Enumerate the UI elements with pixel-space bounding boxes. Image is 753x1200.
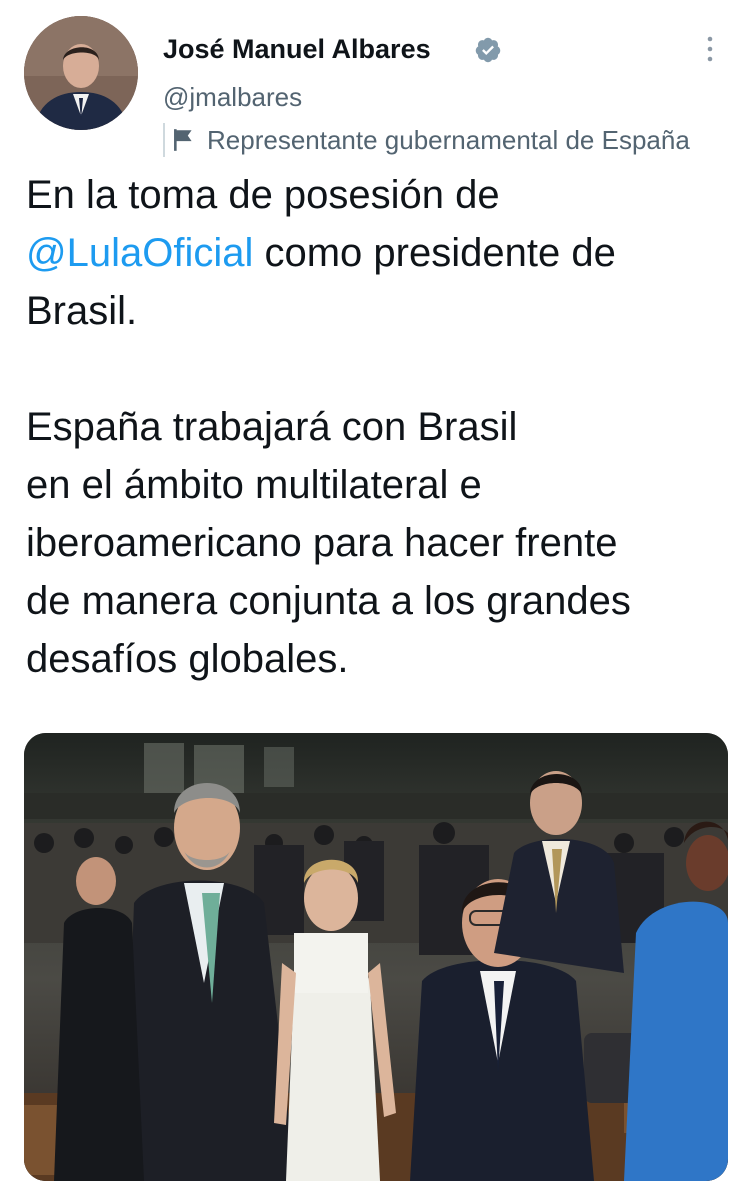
label-divider [163,123,165,157]
government-label: Representante gubernamental de España [163,122,753,158]
tweet-line: @LulaOficial como presidente de [26,224,741,282]
tweet: José Manuel Albares @jmalbares Represent… [0,0,753,1200]
more-vertical-icon[interactable] [698,32,722,66]
tweet-photo[interactable] [24,733,728,1181]
flag-icon [174,129,192,151]
tweet-line: En la toma de posesión de [26,173,500,217]
tweet-line: España trabajará con Brasil [26,405,518,449]
mention-link[interactable]: @LulaOficial [26,231,253,275]
author-name[interactable]: José Manuel Albares [163,34,431,65]
tweet-line: Brasil. [26,289,138,333]
government-label-text: Representante gubernamental de España [207,124,690,155]
tweet-line: de manera conjunta a los grandes [26,579,631,623]
tweet-line: desafíos globales. [26,637,349,681]
tweet-text: En la toma de posesión de @LulaOficial c… [26,166,741,688]
photo-illustration [24,733,728,1181]
tweet-line: iberoamericano para hacer frente [26,521,618,565]
tweet-line: en el ámbito multilateral e [26,463,482,507]
author-avatar[interactable] [24,16,138,130]
tweet-line-fragment: como presidente de [253,231,616,275]
verified-badge-icon [475,37,501,63]
avatar-photo [24,16,138,130]
author-handle[interactable]: @jmalbares [163,82,302,113]
